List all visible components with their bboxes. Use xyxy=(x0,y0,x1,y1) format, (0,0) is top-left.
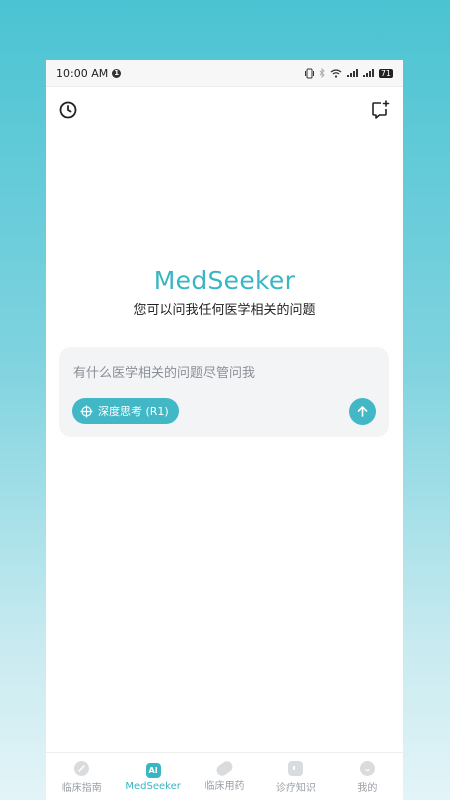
tab-label: MedSeeker xyxy=(125,780,181,792)
tab-label: 临床用药 xyxy=(204,780,245,792)
brand-block: MedSeeker 您可以问我任何医学相关的问题 xyxy=(46,266,403,318)
wifi-icon xyxy=(330,68,342,78)
deep-think-label: 深度思考 (R1) xyxy=(98,405,169,418)
status-time: 10:00 AM xyxy=(56,66,109,80)
tab-label: 诊疗知识 xyxy=(275,782,316,794)
status-left: 10:00 AM 1 xyxy=(56,66,122,80)
history-button[interactable] xyxy=(56,98,80,122)
arrow-up-icon xyxy=(357,406,368,417)
tab-diagnosis-knowledge[interactable]: 诊疗知识 xyxy=(260,753,331,800)
tab-profile[interactable]: 我的 xyxy=(332,753,403,800)
notification-badge: 1 xyxy=(112,68,122,78)
battery-indicator: 71 xyxy=(378,68,393,78)
tab-medseeker[interactable]: AI MedSeeker xyxy=(117,753,188,800)
tab-label: 临床指南 xyxy=(61,782,102,794)
app-screen: 10:00 AM 1 71 MedSeeker 您可以问我任何医学相关的问题 有… xyxy=(46,60,403,800)
book-icon xyxy=(288,760,304,776)
deep-think-button[interactable]: 深度思考 (R1) xyxy=(72,398,179,424)
new-chat-button[interactable] xyxy=(368,98,392,122)
chat-input-card: 有什么医学相关的问题尽管问我 深度思考 (R1) xyxy=(59,347,389,437)
signal-icon-2 xyxy=(362,69,374,77)
profile-icon xyxy=(359,760,375,776)
pill-icon xyxy=(214,758,235,778)
app-title: MedSeeker xyxy=(153,266,296,295)
tab-label: 我的 xyxy=(357,782,378,794)
status-right: 71 xyxy=(304,68,393,79)
bottom-tab-bar: 临床指南 AI MedSeeker 临床用药 诊疗知识 我的 xyxy=(46,752,403,800)
bluetooth-icon xyxy=(319,68,325,78)
vibrate-icon xyxy=(304,68,314,78)
send-button[interactable] xyxy=(349,398,376,425)
tab-clinical-guide[interactable]: 临床指南 xyxy=(46,753,117,800)
signal-icon-1 xyxy=(346,69,358,77)
top-bar xyxy=(46,96,403,124)
ai-icon: AI xyxy=(145,762,161,778)
status-bar: 10:00 AM 1 71 xyxy=(46,60,403,87)
atom-icon xyxy=(80,405,93,417)
new-chat-icon xyxy=(372,100,390,119)
guide-icon xyxy=(74,760,90,776)
chat-input[interactable]: 有什么医学相关的问题尽管问我 xyxy=(73,362,255,381)
app-subtitle: 您可以问我任何医学相关的问题 xyxy=(133,303,316,318)
tab-clinical-medication[interactable]: 临床用药 xyxy=(189,753,260,800)
clock-icon xyxy=(59,101,77,119)
